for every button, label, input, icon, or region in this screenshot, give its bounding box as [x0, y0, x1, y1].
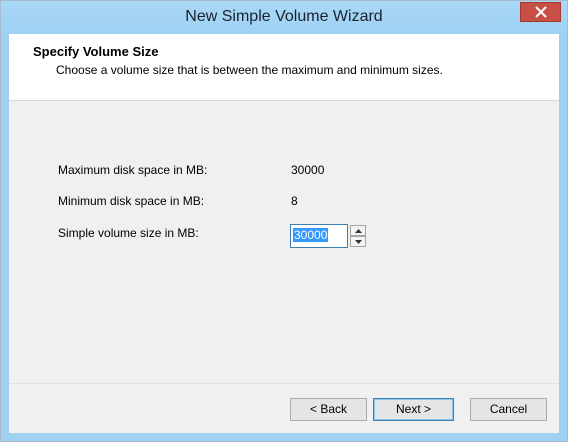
footer-divider [9, 383, 559, 384]
close-button[interactable] [520, 2, 561, 22]
max-disk-space-value: 30000 [291, 163, 325, 177]
spin-up-button[interactable] [350, 225, 366, 236]
chevron-down-icon [354, 239, 362, 244]
window-frame-bottom [1, 433, 567, 441]
volume-size-value: 30000 [293, 228, 329, 242]
page-title: Specify Volume Size [33, 44, 159, 59]
cancel-button[interactable]: Cancel [470, 398, 547, 421]
volume-size-input[interactable]: 30000 [290, 224, 348, 248]
next-button[interactable]: Next > [373, 398, 454, 421]
close-icon [534, 6, 547, 18]
title-bar[interactable]: New Simple Volume Wizard [1, 1, 567, 34]
max-disk-space-label: Maximum disk space in MB: [58, 163, 208, 177]
spin-down-button[interactable] [350, 236, 366, 247]
page-subtitle: Choose a volume size that is between the… [56, 63, 443, 77]
back-button[interactable]: < Back [290, 398, 367, 421]
volume-size-label: Simple volume size in MB: [58, 226, 199, 240]
window-frame-right [559, 34, 567, 434]
window-title: New Simple Volume Wizard [185, 8, 383, 25]
min-disk-space-label: Minimum disk space in MB: [58, 194, 205, 208]
window-frame-left [1, 34, 9, 434]
wizard-window: New Simple Volume Wizard Specify Volume … [0, 0, 568, 442]
chevron-up-icon [354, 228, 362, 233]
wizard-content: Maximum disk space in MB: 30000 Minimum … [9, 101, 559, 381]
min-disk-space-value: 8 [291, 194, 298, 208]
wizard-header: Specify Volume Size Choose a volume size… [9, 34, 559, 101]
volume-size-spinner[interactable]: 30000 [290, 224, 368, 248]
